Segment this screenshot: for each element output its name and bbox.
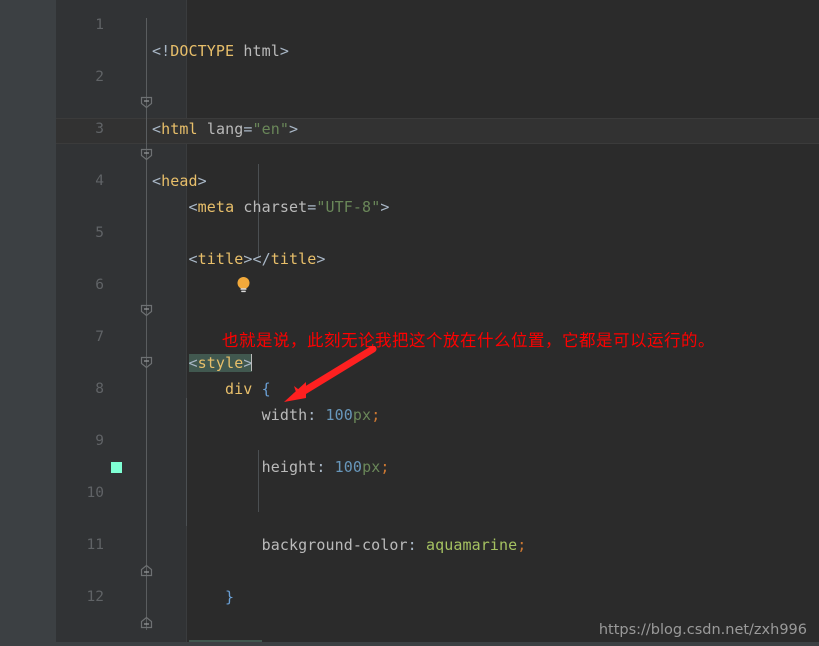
line-content[interactable]: div {	[152, 376, 271, 402]
code-line[interactable]: 11 }	[0, 506, 819, 606]
code-line[interactable]: 1 <!DOCTYPE html>	[0, 0, 819, 60]
code-line[interactable]: 5 <title></title>	[0, 194, 819, 268]
fold-collapse-icon[interactable]	[140, 252, 153, 317]
css-color-swatch-icon[interactable]	[111, 462, 122, 473]
fold-expand-icon[interactable]	[140, 512, 153, 577]
annotation-arrow-icon	[284, 346, 377, 402]
code-line[interactable]: 7 div {	[0, 298, 819, 398]
fold-expand-icon[interactable]	[140, 564, 153, 629]
code-lines[interactable]: 1 <!DOCTYPE html> 2 <html lang="en"> 3 <…	[0, 0, 819, 646]
fold-expand-icon[interactable]	[140, 616, 153, 629]
code-line[interactable]: 10 background-color: aquamarine;	[0, 454, 819, 554]
code-line[interactable]: 4 <meta charset="UTF-8">	[0, 142, 819, 216]
code-line[interactable]: 12 </style>	[0, 558, 819, 646]
line-content[interactable]: <head>	[152, 168, 207, 194]
editor-left-toolbar-strip	[0, 0, 56, 646]
code-line[interactable]: 2 <html lang="en">	[0, 38, 819, 138]
code-line[interactable]: 8 width: 100px;	[0, 350, 819, 424]
code-line[interactable]: 6 <style>	[0, 246, 819, 372]
code-editor[interactable]: 1 <!DOCTYPE html> 2 <html lang="en"> 3 <…	[0, 0, 819, 646]
intention-lightbulb-icon[interactable]	[163, 250, 250, 293]
fold-collapse-icon[interactable]	[140, 304, 153, 369]
watermark-url: https://blog.csdn.net/zxh996	[598, 622, 807, 638]
editor-bottom-strip	[0, 642, 819, 646]
fold-collapse-icon[interactable]	[140, 96, 153, 161]
code-line[interactable]: 3 <head>	[0, 90, 819, 190]
code-line[interactable]: 9 height: 100px;	[0, 402, 819, 476]
fold-collapse-icon[interactable]	[140, 44, 153, 109]
